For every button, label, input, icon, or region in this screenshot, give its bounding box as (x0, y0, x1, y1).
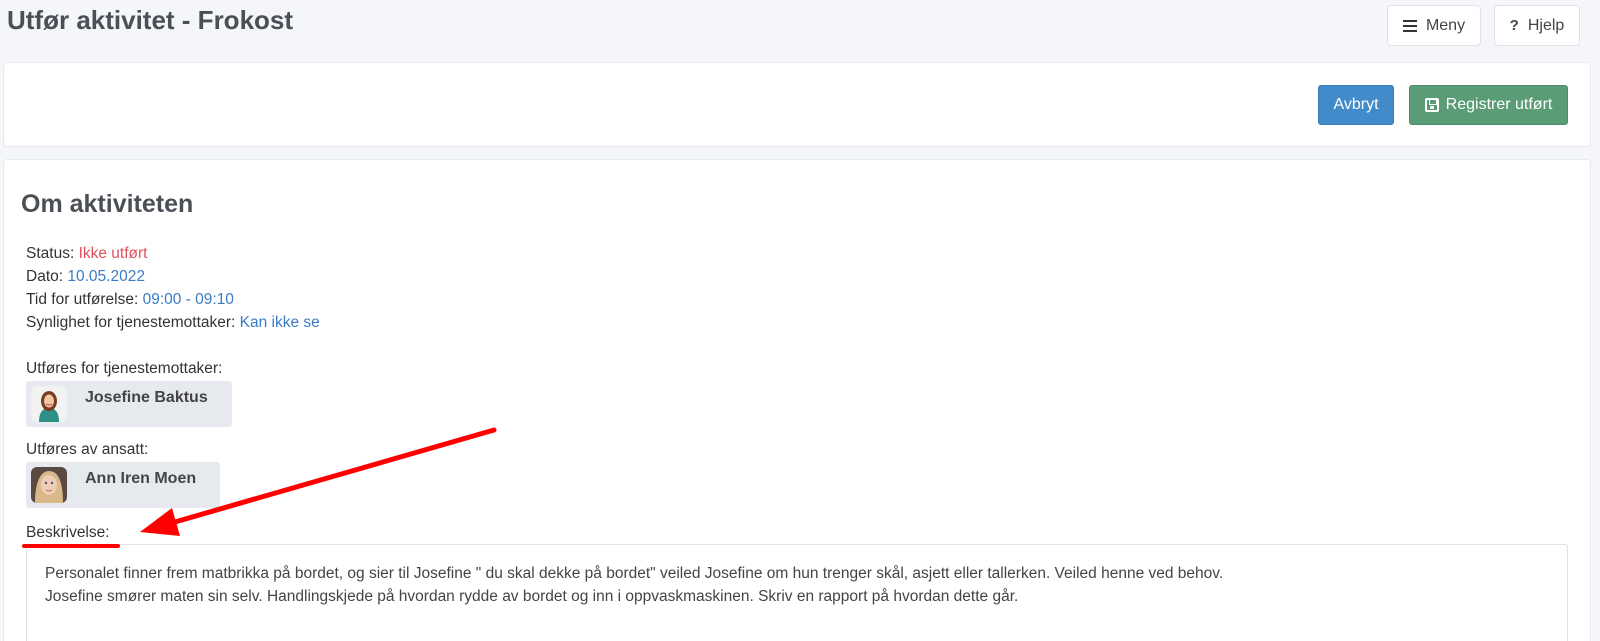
time-label: Tid for utførelse: (26, 291, 139, 308)
status-line: Status: Ikke utført (26, 245, 147, 263)
recipient-label: Utføres for tjenestemottaker: (26, 360, 223, 377)
employee-label: Utføres av ansatt: (26, 441, 149, 458)
recipient-chip[interactable]: Josefine Baktus (26, 381, 232, 427)
visibility-value: Kan ikke se (239, 314, 320, 331)
save-icon (1424, 98, 1439, 112)
recipient-name: Josefine Baktus (85, 389, 208, 406)
status-value: Ikke utført (78, 245, 148, 262)
hamburger-icon (1402, 19, 1417, 32)
menu-button-label: Meny (1425, 16, 1466, 34)
visibility-line: Synlighet for tjenestemottaker: Kan ikke… (26, 314, 320, 332)
date-label: Dato: (26, 268, 64, 285)
employee-avatar (31, 467, 67, 503)
time-line: Tid for utførelse: 09:00 - 09:10 (26, 291, 234, 309)
status-label: Status: (26, 245, 75, 262)
register-done-label: Registrer utført (1445, 96, 1553, 113)
employee-chip[interactable]: Ann Iren Moen (26, 462, 220, 508)
date-value: 10.05.2022 (67, 268, 145, 285)
help-button-label: Hjelp (1527, 16, 1565, 34)
help-button[interactable]: ? Hjelp (1494, 5, 1580, 46)
date-line: Dato: 10.05.2022 (26, 268, 145, 286)
cancel-button[interactable]: Avbryt (1318, 85, 1394, 125)
description-box: Personalet finner frem matbrikka på bord… (26, 544, 1568, 641)
visibility-label: Synlighet for tjenestemottaker: (26, 314, 236, 331)
section-title: Om aktiviteten (21, 190, 194, 218)
cancel-button-label: Avbryt (1333, 96, 1379, 113)
description-line-2: Josefine smører maten sin selv. Handling… (45, 588, 1019, 605)
menu-button[interactable]: Meny (1387, 5, 1481, 46)
description-label: Beskrivelse: (26, 524, 110, 541)
time-value: 09:00 - 09:10 (142, 291, 234, 308)
question-icon: ? (1509, 17, 1519, 34)
description-line-1: Personalet finner frem matbrikka på bord… (45, 565, 1224, 582)
page-title: Utfør aktivitet - Frokost (7, 5, 294, 35)
employee-name: Ann Iren Moen (85, 470, 197, 487)
recipient-avatar (31, 386, 67, 422)
register-done-button[interactable]: Registrer utført (1409, 85, 1568, 125)
